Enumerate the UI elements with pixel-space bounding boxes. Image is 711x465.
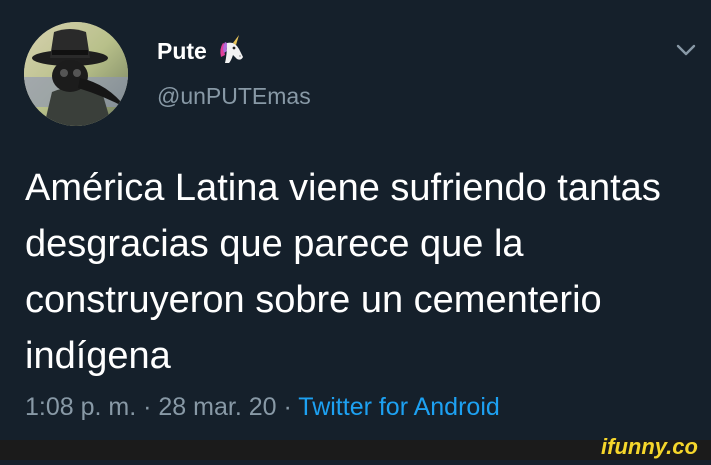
tweet-text: América Latina viene sufriendo tantas de…: [25, 167, 661, 377]
display-name[interactable]: Pute: [157, 39, 207, 63]
plague-doctor-avatar-icon: [24, 22, 128, 126]
tweet-card: Pute @unPUTEmas América Latina viene suf…: [0, 0, 711, 440]
user-handle[interactable]: @unPUTEmas: [157, 85, 311, 108]
svg-text:ifunny.co: ifunny.co: [601, 434, 698, 459]
meta-separator: ·: [276, 393, 299, 421]
chevron-down-icon[interactable]: [672, 36, 700, 64]
avatar[interactable]: [24, 22, 128, 126]
unicorn-icon: [215, 35, 247, 67]
tweet-meta: 1:08 p. m. · 28 mar. 20 · Twitter for An…: [25, 395, 500, 420]
tweet-source-link[interactable]: Twitter for Android: [298, 393, 499, 421]
ifunny-watermark-logo: ifunny.co: [601, 432, 707, 460]
display-name-row[interactable]: Pute: [157, 35, 247, 67]
meta-separator: ·: [136, 393, 159, 421]
tweet-time[interactable]: 1:08 p. m.: [25, 393, 136, 421]
tweet-date[interactable]: 28 mar. 20: [158, 393, 276, 421]
